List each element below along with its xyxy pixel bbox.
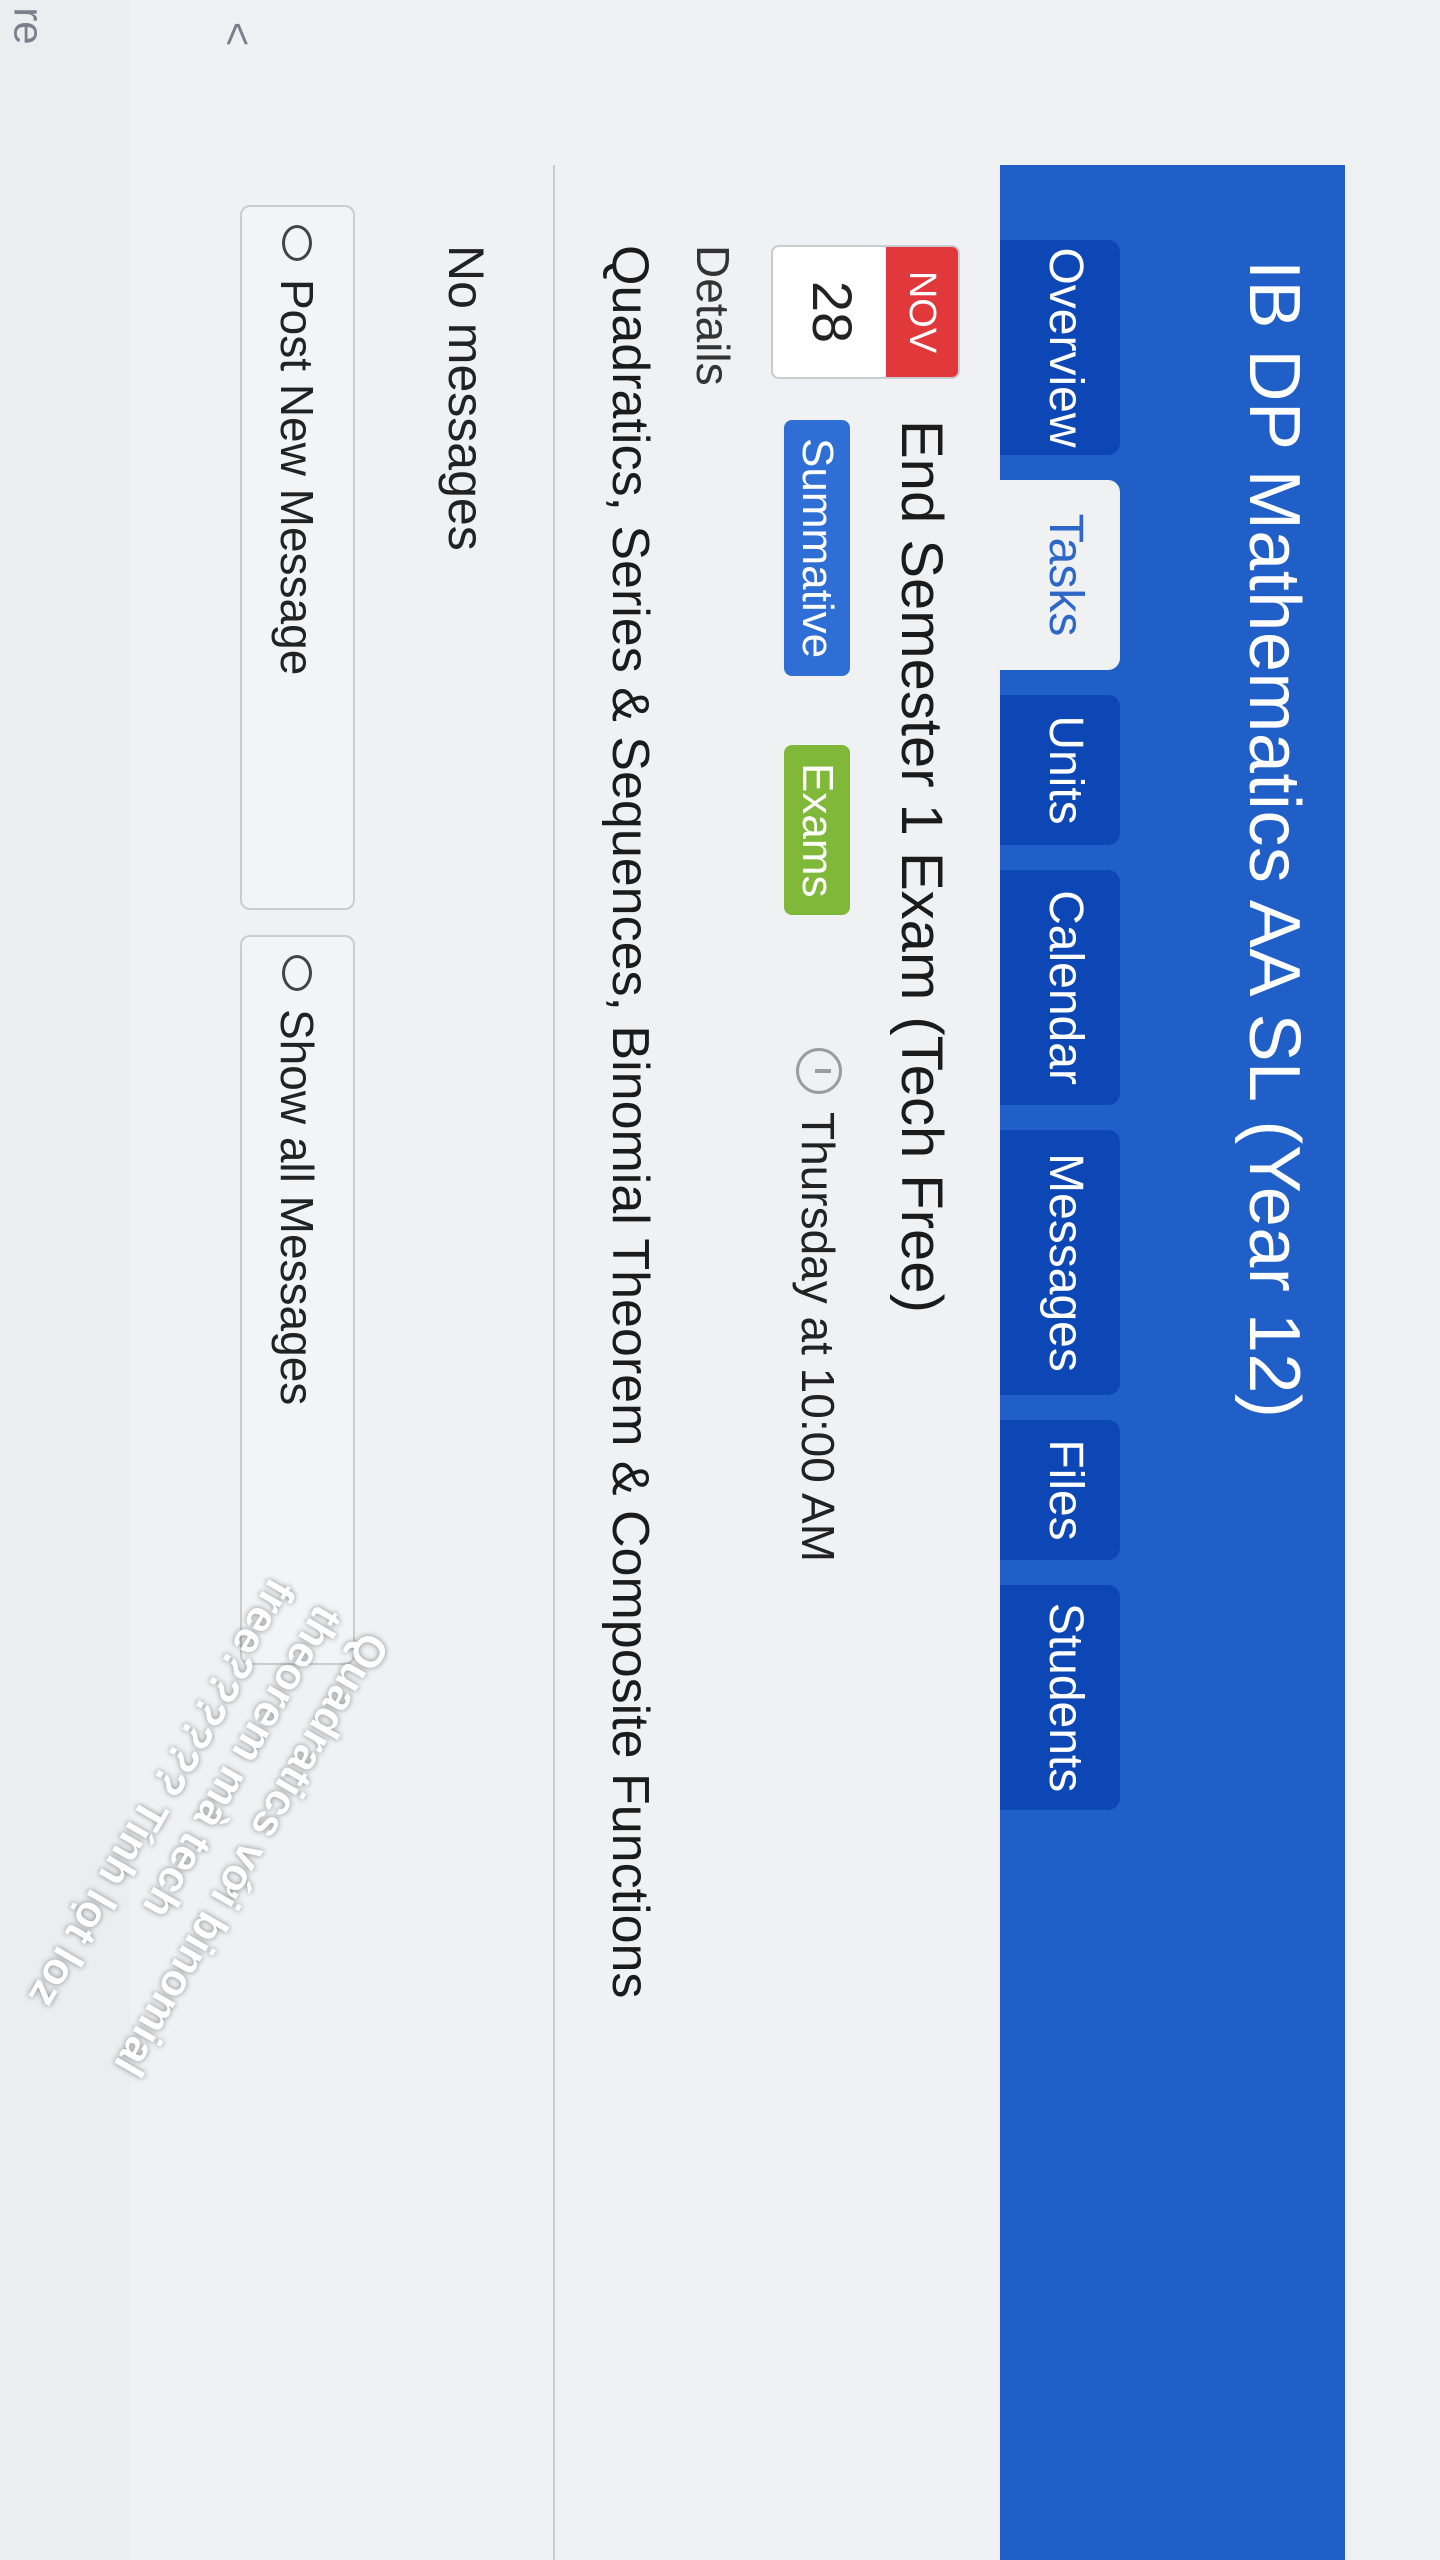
post-new-message-label: Post New Message xyxy=(271,279,323,676)
tab-overview[interactable]: Overview xyxy=(1000,240,1120,455)
show-all-messages-label: Show all Messages xyxy=(271,1009,323,1406)
tab-students[interactable]: Students xyxy=(1000,1585,1120,1810)
event-title[interactable]: End Semester 1 Exam (Tech Free) xyxy=(888,420,955,1313)
speech-bubble-icon xyxy=(282,955,313,991)
tab-files[interactable]: Files xyxy=(1000,1420,1120,1560)
tag-summative: Summative xyxy=(784,420,850,677)
back-chevron-icon[interactable]: < xyxy=(213,22,261,47)
course-title: IB DP Mathematics AA SL (Year 12) xyxy=(1234,260,1314,1419)
event-time: Thursday at 10:00 AM xyxy=(792,1112,844,1563)
clock-icon xyxy=(796,1048,842,1094)
bezel-text: re xyxy=(5,7,53,45)
tag-exams: Exams xyxy=(784,745,850,916)
course-header: IB DP Mathematics AA SL (Year 12) Overvi… xyxy=(990,165,1345,2560)
event-day: 28 xyxy=(801,280,864,344)
details-heading: Details xyxy=(687,245,739,386)
tab-units[interactable]: Units xyxy=(1000,695,1120,845)
show-all-messages-button[interactable]: Show all Messages xyxy=(240,935,355,1665)
tab-messages[interactable]: Messages xyxy=(1000,1130,1120,1395)
speech-bubble-icon xyxy=(282,225,313,261)
no-messages-text: No messages xyxy=(438,245,494,551)
section-divider xyxy=(553,165,555,2560)
tab-calendar[interactable]: Calendar xyxy=(1000,870,1120,1105)
details-text: Quadratics, Series & Sequences, Binomial… xyxy=(601,245,659,1999)
story-caption-overlay: Quadratics với binomial theorem mà tech … xyxy=(0,1569,400,2135)
caption-line-2: theorem mà tech xyxy=(133,1597,352,1927)
event-month: NOV xyxy=(886,247,958,377)
tab-tasks[interactable]: Tasks xyxy=(990,480,1120,670)
post-new-message-button[interactable]: Post New Message xyxy=(240,205,355,910)
app-page: IB DP Mathematics AA SL (Year 12) Overvi… xyxy=(0,0,1440,2560)
event-date-badge: NOV 28 xyxy=(771,245,960,379)
page-background: IB DP Mathematics AA SL (Year 12) Overvi… xyxy=(19,0,1440,2560)
